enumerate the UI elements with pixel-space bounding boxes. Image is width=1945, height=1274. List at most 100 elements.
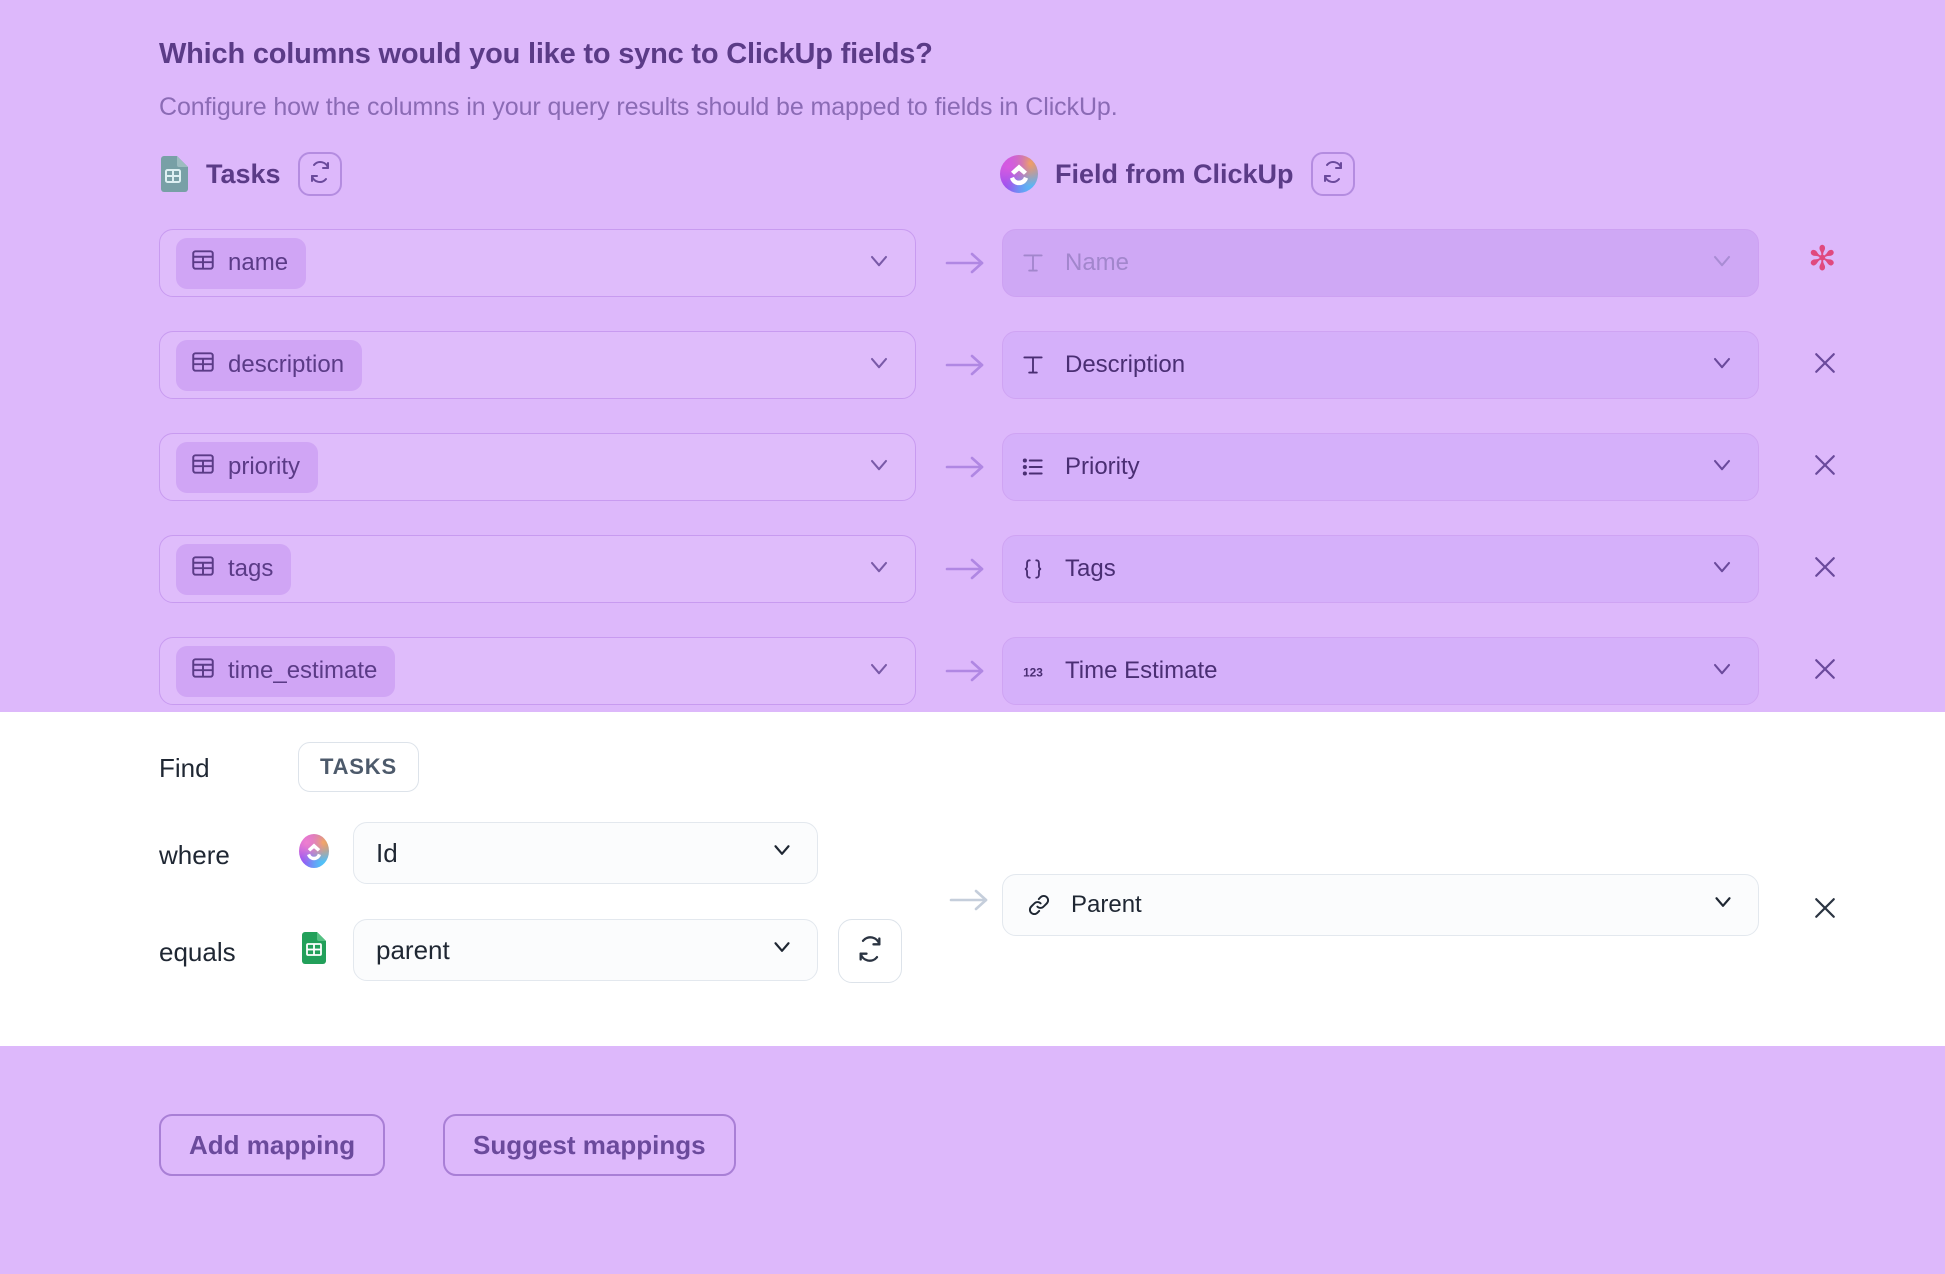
chevron-down-icon bbox=[1708, 451, 1736, 484]
chevron-down-icon bbox=[865, 451, 893, 484]
equals-field-select[interactable]: parent bbox=[353, 919, 818, 981]
chevron-down-icon bbox=[769, 934, 795, 967]
refresh-icon bbox=[856, 935, 884, 968]
refresh-source-button[interactable] bbox=[297, 152, 342, 196]
target-field-select-tags[interactable]: Tags bbox=[1002, 535, 1759, 603]
target-column-title: Field from ClickUp bbox=[1055, 158, 1294, 189]
source-field-select-name[interactable]: name bbox=[159, 229, 916, 297]
source-field-chip: name bbox=[176, 237, 307, 289]
target-field-content: Name bbox=[1019, 249, 1129, 277]
close-icon bbox=[1810, 450, 1840, 485]
target-field-select-description[interactable]: Description bbox=[1002, 331, 1759, 399]
source-field-select-tags[interactable]: tags bbox=[159, 535, 916, 603]
google-sheets-icon bbox=[301, 932, 327, 964]
refresh-query-button[interactable] bbox=[838, 919, 902, 983]
chevron-down-icon bbox=[865, 655, 893, 688]
clickup-logo-icon bbox=[1000, 155, 1038, 193]
add-mapping-button[interactable]: Add mapping bbox=[159, 1114, 386, 1176]
arrow-right-icon bbox=[949, 887, 991, 918]
target-field-select-time-estimate[interactable]: 123 Time Estimate bbox=[1002, 637, 1759, 705]
remove-mapping-button[interactable] bbox=[1805, 447, 1845, 487]
number-type-icon: 123 bbox=[1019, 658, 1047, 684]
where-label: where bbox=[159, 840, 230, 870]
close-icon bbox=[1810, 552, 1840, 587]
refresh-target-button[interactable] bbox=[1310, 152, 1355, 196]
page-subtitle: Configure how the columns in your query … bbox=[159, 93, 1118, 121]
suggest-mappings-button[interactable]: Suggest mappings bbox=[443, 1114, 736, 1176]
mapping-section: Which columns would you like to sync to … bbox=[0, 0, 1945, 712]
arrow-right-icon bbox=[945, 556, 987, 582]
google-sheets-doc-icon bbox=[159, 156, 189, 192]
chevron-down-icon bbox=[865, 349, 893, 382]
target-field-select-name: Name bbox=[1002, 229, 1759, 297]
table-icon bbox=[190, 655, 216, 688]
chevron-down-icon bbox=[1708, 655, 1736, 688]
chevron-down-icon bbox=[865, 247, 893, 280]
query-builder-panel: Find TASKS where Id equals parent Parent bbox=[0, 712, 1945, 1046]
mapping-row: tags Tags bbox=[0, 534, 1945, 604]
mapping-row: priority Priority bbox=[0, 432, 1945, 502]
target-field-select-priority[interactable]: Priority bbox=[1002, 433, 1759, 501]
find-label: Find bbox=[159, 753, 210, 783]
arrow-right-icon bbox=[945, 658, 987, 684]
mapping-row: description Description bbox=[0, 330, 1945, 400]
where-field-value: Id bbox=[376, 837, 398, 868]
source-column-title: Tasks bbox=[206, 158, 281, 189]
target-field-label: Tags bbox=[1065, 555, 1116, 582]
mapping-row: time_estimate 123 Time Estimate bbox=[0, 636, 1945, 706]
close-icon bbox=[1810, 654, 1840, 689]
source-field-chip: tags bbox=[176, 543, 292, 595]
source-field-select-priority[interactable]: priority bbox=[159, 433, 916, 501]
equals-field-value: parent bbox=[376, 934, 450, 965]
chevron-down-icon bbox=[769, 837, 795, 870]
remove-mapping-button[interactable] bbox=[1805, 651, 1845, 691]
chevron-down-icon bbox=[1708, 553, 1736, 586]
table-icon bbox=[190, 247, 216, 280]
clickup-logo-icon bbox=[299, 834, 329, 868]
arrow-right-icon bbox=[945, 454, 987, 480]
chevron-down-icon bbox=[1708, 247, 1736, 280]
mapping-actions-section: Add mapping Suggest mappings bbox=[0, 1046, 1945, 1274]
chevron-down-icon bbox=[1708, 349, 1736, 382]
target-field-label: Priority bbox=[1065, 453, 1140, 480]
source-field-chip: priority bbox=[176, 441, 319, 493]
table-icon bbox=[190, 553, 216, 586]
source-field-label: time_estimate bbox=[228, 657, 378, 684]
find-entity-button[interactable]: TASKS bbox=[298, 742, 419, 792]
text-type-icon bbox=[1019, 250, 1047, 276]
arrow-right-icon bbox=[945, 250, 987, 276]
remove-parent-mapping-button[interactable] bbox=[1805, 890, 1845, 930]
where-field-select[interactable]: Id bbox=[353, 822, 818, 884]
target-field-content: Tags bbox=[1019, 555, 1116, 583]
source-field-label: description bbox=[228, 351, 345, 378]
close-icon bbox=[1810, 893, 1840, 928]
source-column-header: Tasks bbox=[159, 152, 342, 196]
remove-mapping-button[interactable] bbox=[1805, 345, 1845, 385]
equals-label: equals bbox=[159, 937, 236, 967]
text-type-icon bbox=[1019, 352, 1047, 378]
parent-field-value: Parent bbox=[1071, 891, 1142, 918]
target-column-header: Field from ClickUp bbox=[1000, 152, 1355, 196]
target-field-content: Priority bbox=[1019, 453, 1140, 481]
parent-field-select[interactable]: Parent bbox=[1002, 874, 1759, 936]
array-type-icon bbox=[1019, 556, 1047, 582]
source-field-label: tags bbox=[228, 555, 274, 582]
target-field-label: Time Estimate bbox=[1065, 657, 1218, 684]
source-field-label: priority bbox=[228, 453, 301, 480]
list-type-icon bbox=[1019, 454, 1047, 480]
target-field-label: Name bbox=[1065, 249, 1130, 276]
table-icon bbox=[190, 451, 216, 484]
svg-text:123: 123 bbox=[1023, 665, 1043, 679]
link-icon bbox=[1025, 892, 1053, 918]
chevron-down-icon bbox=[865, 553, 893, 586]
arrow-right-icon bbox=[945, 352, 987, 378]
target-field-label: Description bbox=[1065, 351, 1186, 378]
source-field-label: name bbox=[228, 249, 289, 276]
source-field-chip: time_estimate bbox=[176, 645, 396, 697]
page-title: Which columns would you like to sync to … bbox=[159, 38, 933, 70]
remove-mapping-button[interactable] bbox=[1805, 549, 1845, 589]
source-field-select-description[interactable]: description bbox=[159, 331, 916, 399]
required-field-marker: ✻ bbox=[1808, 239, 1837, 279]
source-field-select-time_estimate[interactable]: time_estimate bbox=[159, 637, 916, 705]
close-icon bbox=[1810, 348, 1840, 383]
